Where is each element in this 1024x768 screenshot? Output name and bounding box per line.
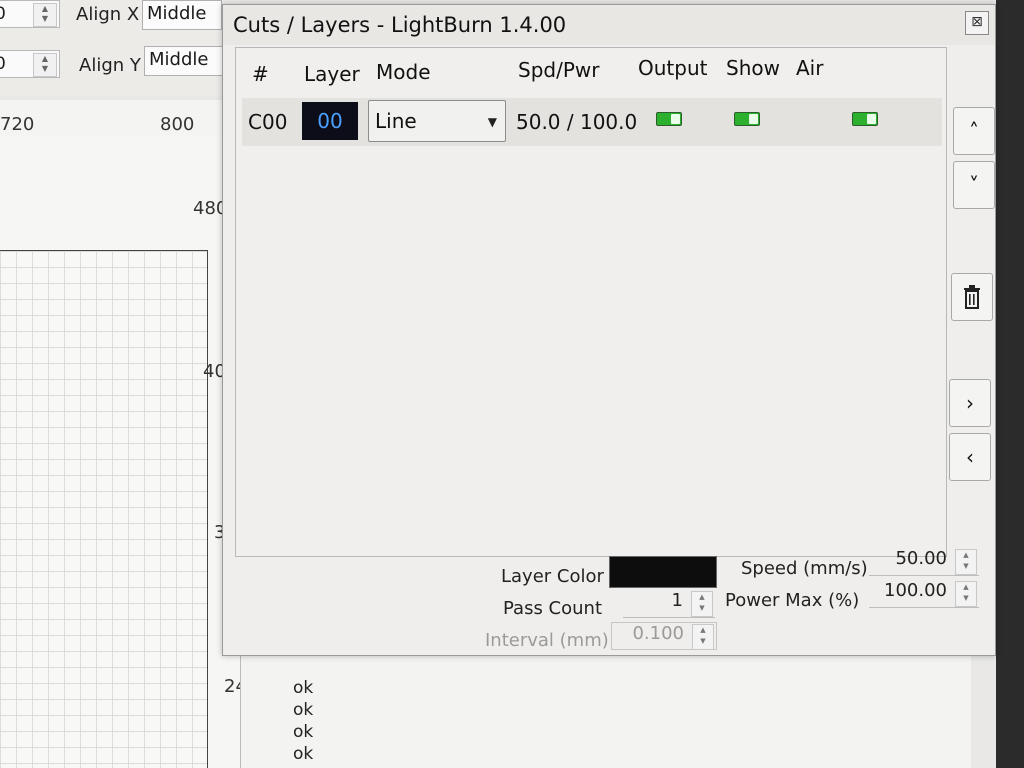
dropdown-arrow-icon: ▼ (487, 115, 497, 129)
align-x-label: Align X (76, 4, 140, 25)
workspace-grid[interactable] (0, 250, 208, 768)
screen-bezel (996, 0, 1024, 768)
chevron-right-icon: › (966, 391, 974, 415)
speed-spinner[interactable]: 50.00 ▲ ▼ (869, 548, 979, 576)
speed-value: 50.00 (895, 548, 947, 569)
column-header-air: Air (796, 56, 824, 80)
table-row[interactable]: C00 00 Line ▼ 50.0 / 100.0 (242, 98, 942, 146)
column-header-num: # (252, 62, 269, 86)
cuts-layers-dialog: Cuts / Layers - LightBurn 1.4.00 ⊠ # Lay… (222, 4, 996, 656)
move-layer-up-button[interactable]: ˄ (953, 107, 995, 155)
position-x-spinner[interactable]: 0 ▲ ▼ (0, 0, 60, 28)
interval-spinner: 0.100 ▲ ▼ (611, 622, 717, 650)
dialog-titlebar[interactable]: Cuts / Layers - LightBurn 1.4.00 ⊠ (223, 5, 995, 45)
row-id: C00 (248, 110, 288, 134)
position-y-spinner[interactable]: 0 ▲ ▼ (0, 50, 60, 78)
mode-select[interactable]: Line ▼ (368, 100, 506, 142)
align-x-value: Middle (147, 3, 207, 24)
spinner-arrows-icon[interactable]: ▲ ▼ (33, 3, 57, 27)
console-panel: ok ok ok ok (240, 650, 971, 768)
power-max-value: 100.00 (884, 580, 947, 601)
air-toggle[interactable] (852, 112, 878, 126)
expand-panel-button[interactable]: › (949, 379, 991, 427)
pass-count-label: Pass Count (503, 598, 603, 619)
position-x-value: 0 (0, 4, 6, 24)
chevron-up-icon: ˄ (969, 119, 979, 143)
align-y-value: Middle (149, 49, 209, 70)
align-y-label: Align Y (79, 55, 141, 76)
speed-label: Speed (mm/s) (741, 558, 868, 579)
ruler-tick-label: 800 (160, 114, 195, 135)
position-y-value: 0 (0, 54, 6, 74)
chevron-left-icon: ‹ (966, 445, 974, 469)
interval-label: Interval (mm) (485, 630, 609, 651)
console-line: ok (293, 678, 314, 698)
spd-pwr-value: 50.0 / 100.0 (516, 110, 638, 134)
console-line: ok (293, 744, 314, 764)
spinner-arrows-icon[interactable]: ▲ ▼ (33, 53, 57, 77)
move-layer-down-button[interactable]: ˅ (953, 161, 995, 209)
mode-select-value: Line (375, 109, 417, 133)
layer-color-swatch[interactable]: 00 (302, 102, 358, 140)
chevron-down-icon: ˅ (969, 173, 979, 197)
power-max-spinner[interactable]: 100.00 ▲ ▼ (869, 580, 979, 608)
main-toolbar: 0 ▲ ▼ Align X Middle 0 ▲ ▼ Align Y Middle (0, 0, 240, 96)
column-header-layer: Layer (304, 62, 360, 86)
spinner-arrows-icon[interactable]: ▲ ▼ (691, 591, 713, 617)
interval-value: 0.100 (632, 623, 684, 644)
column-header-show: Show (726, 56, 780, 80)
spinner-arrows-icon: ▲ ▼ (692, 624, 714, 650)
align-y-combo[interactable]: Middle (144, 46, 224, 76)
layer-color-button[interactable] (609, 556, 717, 588)
console-line: ok (293, 700, 314, 720)
horizontal-ruler: 720 800 (0, 100, 240, 136)
close-icon[interactable]: ⊠ (965, 11, 989, 35)
column-header-mode: Mode (376, 60, 431, 84)
collapse-panel-button[interactable]: ‹ (949, 433, 991, 481)
spinner-arrows-icon[interactable]: ▲ ▼ (955, 549, 977, 575)
column-header-spd-pwr: Spd/Pwr (518, 58, 600, 82)
pass-count-spinner[interactable]: 1 ▲ ▼ (623, 590, 715, 618)
console-line: ok (293, 722, 314, 742)
power-max-label: Power Max (%) (725, 590, 860, 611)
layer-table: # Layer Mode Spd/Pwr Output Show Air C00… (235, 47, 947, 557)
dialog-title: Cuts / Layers - LightBurn 1.4.00 (233, 13, 567, 37)
layer-settings-panel: Layer Color Pass Count 1 ▲ ▼ Interval (mm… (223, 548, 995, 651)
output-toggle[interactable] (656, 112, 682, 126)
pass-count-value: 1 (671, 590, 683, 611)
spinner-arrows-icon[interactable]: ▲ ▼ (955, 581, 977, 607)
delete-layer-button[interactable] (951, 273, 993, 321)
trash-icon (964, 285, 980, 309)
ruler-tick-label: 720 (0, 114, 35, 135)
show-toggle[interactable] (734, 112, 760, 126)
table-header: # Layer Mode Spd/Pwr Output Show Air (236, 48, 946, 96)
column-header-output: Output (638, 56, 708, 80)
align-x-combo[interactable]: Middle (142, 0, 222, 30)
layer-color-label: Layer Color (501, 566, 604, 587)
